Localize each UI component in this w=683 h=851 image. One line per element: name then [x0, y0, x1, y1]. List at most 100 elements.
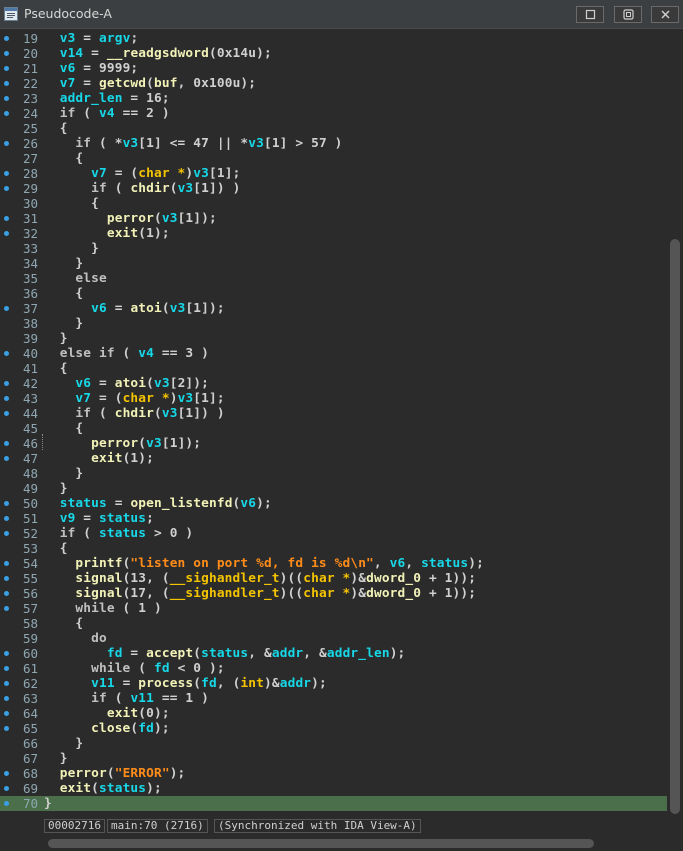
code-text[interactable]: v6 = atoi(v3[1]); [44, 301, 225, 316]
code-text[interactable]: } [44, 481, 68, 496]
code-line[interactable]: 68 perror("ERROR"); [0, 766, 683, 781]
code-line[interactable]: 45 { [0, 421, 683, 436]
code-line[interactable]: 20 v14 = __readgsdword(0x14u); [0, 46, 683, 61]
code-text[interactable]: } [44, 256, 83, 271]
code-line[interactable]: 65 close(fd); [0, 721, 683, 736]
code-line[interactable]: 19 v3 = argv; [0, 31, 683, 46]
code-text[interactable]: if ( status > 0 ) [44, 526, 193, 541]
line-bullet-icon[interactable] [4, 441, 9, 446]
code-text[interactable]: status = open_listenfd(v6); [44, 496, 272, 511]
code-line[interactable]: 49 } [0, 481, 683, 496]
line-bullet-icon[interactable] [4, 456, 9, 461]
code-text[interactable]: { [44, 361, 68, 376]
line-bullet-icon[interactable] [4, 531, 9, 536]
code-text[interactable]: exit(1); [44, 451, 154, 466]
code-text[interactable]: } [44, 316, 83, 331]
code-text[interactable]: while ( fd < 0 ); [44, 661, 225, 676]
code-text[interactable]: printf("listen on port %d, fd is %d\n", … [44, 556, 484, 571]
code-line[interactable]: 29 if ( chdir(v3[1]) ) [0, 181, 683, 196]
code-line[interactable]: 59 do [0, 631, 683, 646]
vertical-scrollbar[interactable] [667, 29, 683, 817]
line-bullet-icon[interactable] [4, 381, 9, 386]
code-line[interactable]: 69 exit(status); [0, 781, 683, 796]
code-line[interactable]: 41 { [0, 361, 683, 376]
line-bullet-icon[interactable] [4, 561, 9, 566]
code-line[interactable]: 64 exit(0); [0, 706, 683, 721]
code-line[interactable]: 60 fd = accept(status, &addr, &addr_len)… [0, 646, 683, 661]
code-text[interactable]: exit(status); [44, 781, 162, 796]
code-line[interactable]: 30 { [0, 196, 683, 211]
code-text[interactable]: v6 = atoi(v3[2]); [44, 376, 209, 391]
line-bullet-icon[interactable] [4, 141, 9, 146]
code-line[interactable]: 52 if ( status > 0 ) [0, 526, 683, 541]
code-line[interactable]: 31 perror(v3[1]); [0, 211, 683, 226]
code-line[interactable]: 48 } [0, 466, 683, 481]
code-line[interactable]: 37 v6 = atoi(v3[1]); [0, 301, 683, 316]
code-line[interactable]: 33 } [0, 241, 683, 256]
line-bullet-icon[interactable] [4, 36, 9, 41]
code-text[interactable]: } [44, 796, 52, 811]
code-line[interactable]: 70} [0, 796, 683, 811]
line-bullet-icon[interactable] [4, 726, 9, 731]
code-text[interactable]: perror(v3[1]); [44, 211, 217, 226]
code-text[interactable]: } [44, 751, 68, 766]
code-text[interactable]: exit(1); [44, 226, 170, 241]
float-button[interactable] [614, 6, 642, 23]
code-line[interactable]: 42 v6 = atoi(v3[2]); [0, 376, 683, 391]
code-line[interactable]: 51 v9 = status; [0, 511, 683, 526]
code-line[interactable]: 46 perror(v3[1]); [0, 436, 683, 451]
code-text[interactable]: perror(v3[1]); [44, 436, 201, 451]
line-bullet-icon[interactable] [4, 396, 9, 401]
line-bullet-icon[interactable] [4, 351, 9, 356]
line-bullet-icon[interactable] [4, 66, 9, 71]
restore-button[interactable] [576, 6, 604, 23]
code-text[interactable]: while ( 1 ) [44, 601, 162, 616]
line-bullet-icon[interactable] [4, 651, 9, 656]
line-bullet-icon[interactable] [4, 801, 9, 806]
line-bullet-icon[interactable] [4, 96, 9, 101]
line-bullet-icon[interactable] [4, 171, 9, 176]
code-line[interactable]: 26 if ( *v3[1] <= 47 || *v3[1] > 57 ) [0, 136, 683, 151]
code-text[interactable]: } [44, 736, 83, 751]
code-text[interactable]: v14 = __readgsdword(0x14u); [44, 46, 272, 61]
code-line[interactable]: 24 if ( v4 == 2 ) [0, 106, 683, 121]
code-line[interactable]: 47 exit(1); [0, 451, 683, 466]
code-line[interactable]: 39 } [0, 331, 683, 346]
code-line[interactable]: 50 status = open_listenfd(v6); [0, 496, 683, 511]
code-text[interactable]: v7 = getcwd(buf, 0x100u); [44, 76, 256, 91]
line-bullet-icon[interactable] [4, 186, 9, 191]
code-text[interactable]: if ( chdir(v3[1]) ) [44, 406, 225, 421]
code-text[interactable]: v9 = status; [44, 511, 154, 526]
line-bullet-icon[interactable] [4, 606, 9, 611]
code-line[interactable]: 38 } [0, 316, 683, 331]
code-line[interactable]: 62 v11 = process(fd, (int)&addr); [0, 676, 683, 691]
code-text[interactable]: signal(13, (__sighandler_t)((char *)&dwo… [44, 571, 476, 586]
code-text[interactable]: do [44, 631, 107, 646]
code-line[interactable]: 34 } [0, 256, 683, 271]
code-text[interactable]: if ( chdir(v3[1]) ) [44, 181, 240, 196]
code-line[interactable]: 57 while ( 1 ) [0, 601, 683, 616]
code-text[interactable]: if ( v4 == 2 ) [44, 106, 170, 121]
code-line[interactable]: 28 v7 = (char *)v3[1]; [0, 166, 683, 181]
code-line[interactable]: 54 printf("listen on port %d, fd is %d\n… [0, 556, 683, 571]
code-line[interactable]: 22 v7 = getcwd(buf, 0x100u); [0, 76, 683, 91]
code-text[interactable]: } [44, 466, 83, 481]
line-bullet-icon[interactable] [4, 231, 9, 236]
horizontal-scrollbar[interactable] [42, 837, 683, 851]
code-line[interactable]: 44 if ( chdir(v3[1]) ) [0, 406, 683, 421]
code-line[interactable]: 40 else if ( v4 == 3 ) [0, 346, 683, 361]
line-bullet-icon[interactable] [4, 81, 9, 86]
line-bullet-icon[interactable] [4, 696, 9, 701]
code-line[interactable]: 56 signal(17, (__sighandler_t)((char *)&… [0, 586, 683, 601]
line-bullet-icon[interactable] [4, 681, 9, 686]
code-line[interactable]: 23 addr_len = 16; [0, 91, 683, 106]
code-line[interactable]: 55 signal(13, (__sighandler_t)((char *)&… [0, 571, 683, 586]
code-line[interactable]: 66 } [0, 736, 683, 751]
line-bullet-icon[interactable] [4, 666, 9, 671]
code-text[interactable]: { [44, 196, 99, 211]
code-line[interactable]: 43 v7 = (char *)v3[1]; [0, 391, 683, 406]
code-line[interactable]: 35 else [0, 271, 683, 286]
line-bullet-icon[interactable] [4, 711, 9, 716]
code-text[interactable]: v7 = (char *)v3[1]; [44, 166, 240, 181]
code-text[interactable]: exit(0); [44, 706, 170, 721]
